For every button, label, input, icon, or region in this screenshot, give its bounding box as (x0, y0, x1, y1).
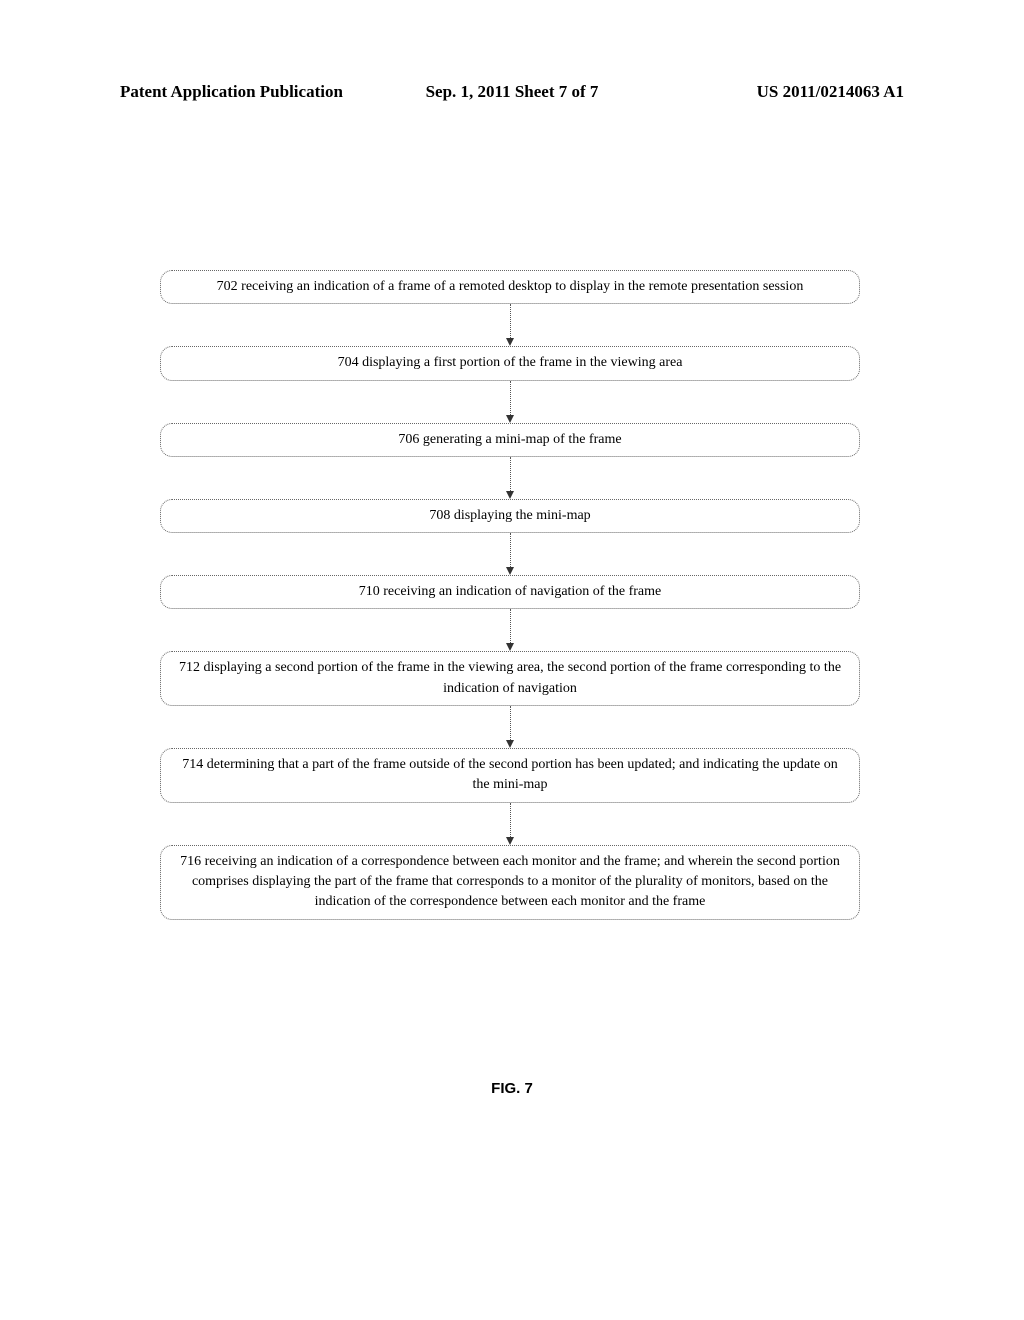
arrow-icon (506, 706, 514, 748)
step-702: 702 receiving an indication of a frame o… (160, 270, 860, 304)
page-header: Patent Application Publication Sep. 1, 2… (0, 82, 1024, 102)
step-704: 704 displaying a first portion of the fr… (160, 346, 860, 380)
step-712: 712 displaying a second portion of the f… (160, 651, 860, 706)
arrow-icon (506, 457, 514, 499)
flowchart: 702 receiving an indication of a frame o… (160, 270, 860, 920)
step-706: 706 generating a mini-map of the frame (160, 423, 860, 457)
header-right: US 2011/0214063 A1 (757, 82, 904, 102)
step-710: 710 receiving an indication of navigatio… (160, 575, 860, 609)
arrow-icon (506, 381, 514, 423)
arrow-icon (506, 533, 514, 575)
arrow-icon (506, 304, 514, 346)
arrow-icon (506, 803, 514, 845)
header-center: Sep. 1, 2011 Sheet 7 of 7 (426, 82, 599, 102)
step-708: 708 displaying the mini-map (160, 499, 860, 533)
header-left: Patent Application Publication (120, 82, 343, 102)
arrow-icon (506, 609, 514, 651)
step-714: 714 determining that a part of the frame… (160, 748, 860, 803)
step-716: 716 receiving an indication of a corresp… (160, 845, 860, 920)
figure-label: FIG. 7 (0, 1080, 1024, 1097)
